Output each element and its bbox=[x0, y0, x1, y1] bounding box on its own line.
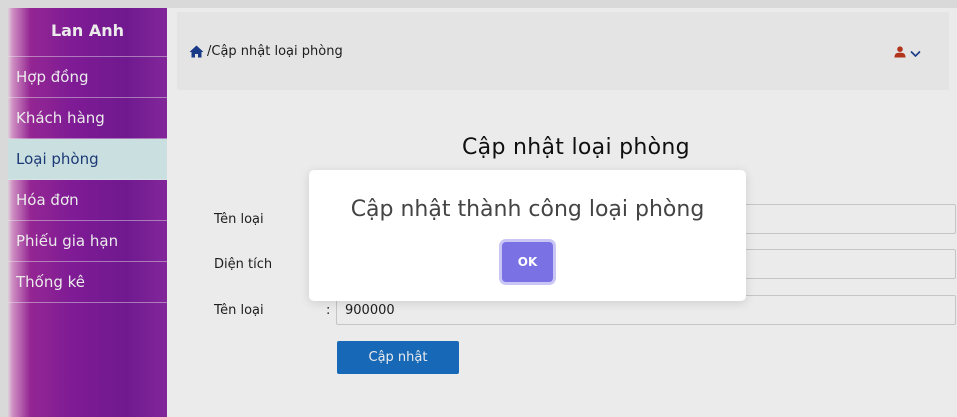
dialog-message: Cập nhật thành công loại phòng bbox=[350, 197, 705, 222]
app-window: Lan Anh Hợp đồng Khách hàng Loại phòng H… bbox=[8, 8, 957, 417]
success-dialog: Cập nhật thành công loại phòng OK bbox=[309, 170, 746, 301]
ok-button[interactable]: OK bbox=[502, 242, 553, 282]
